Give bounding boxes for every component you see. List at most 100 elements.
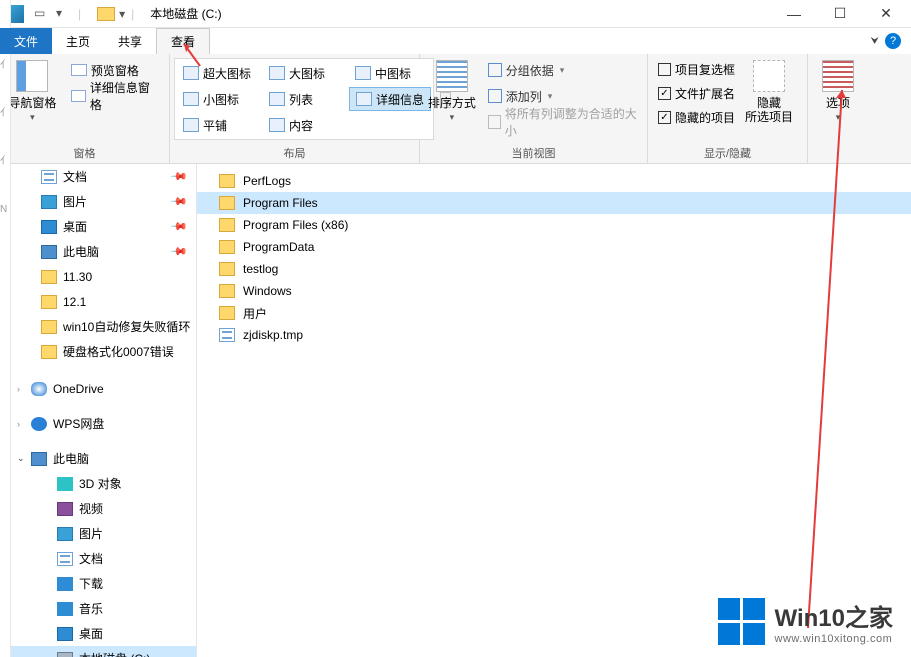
watermark-url: www.win10xitong.com: [775, 633, 893, 645]
file-extensions-toggle[interactable]: ✓文件扩展名: [654, 82, 739, 104]
this-pc-icon: [41, 245, 57, 259]
nav-folder-4[interactable]: 硬盘格式化0007错误: [11, 339, 196, 364]
item-checkboxes-toggle[interactable]: 项目复选框: [654, 58, 739, 80]
quick-access-toolbar: ▭ ▾: [28, 6, 72, 22]
size-columns-icon: [488, 115, 501, 129]
nav-this-pc-2[interactable]: ⌄此电脑: [11, 446, 196, 471]
hide-label1: 隐藏: [757, 96, 781, 110]
collapse-ribbon-icon[interactable]: ⮟: [871, 36, 880, 47]
tab-view[interactable]: 查看: [156, 28, 210, 54]
nav-folder-1[interactable]: 11.30: [11, 264, 196, 289]
downloads-icon: [57, 577, 73, 591]
checkbox-checked-icon: ✓: [658, 111, 671, 124]
details-pane-label: 详细信息窗格: [90, 79, 157, 113]
nav-this-pc[interactable]: 此电脑📌: [11, 239, 196, 264]
ribbon-right: ⮟ ?: [871, 28, 911, 54]
pin-icon: 📌: [170, 192, 189, 211]
options-label: 选项: [826, 96, 850, 110]
ribbon-group-show-hide: 项目复选框 ✓文件扩展名 ✓隐藏的项目 隐藏 所选项目 显示/隐藏: [648, 54, 808, 163]
size-columns-button[interactable]: 将所有列调整为合适的大小: [484, 110, 641, 134]
file-row[interactable]: Program Files (x86): [197, 214, 911, 236]
navigation-tree[interactable]: 文档📌 图片📌 桌面📌 此电脑📌 11.30 12.1 win10自动修复失败循…: [11, 164, 197, 657]
nav-pictures[interactable]: 图片📌: [11, 189, 196, 214]
hidden-items-toggle[interactable]: ✓隐藏的项目: [654, 106, 739, 128]
close-button[interactable]: ✕: [863, 0, 909, 28]
nav-downloads[interactable]: 下载: [11, 571, 196, 596]
nav-pictures-2[interactable]: 图片: [11, 521, 196, 546]
nav-music[interactable]: 音乐: [11, 596, 196, 621]
nav-desktop[interactable]: 桌面📌: [11, 214, 196, 239]
folder-icon: [219, 218, 235, 232]
navigation-pane-label: 导航窗格: [8, 96, 56, 110]
file-row[interactable]: PerfLogs: [197, 170, 911, 192]
minimize-button[interactable]: —: [771, 0, 817, 28]
nav-onedrive[interactable]: ›OneDrive: [11, 376, 196, 401]
layout-details[interactable]: 详细信息: [349, 87, 431, 111]
ribbon-group-options: 选项 ▾: [808, 54, 868, 163]
preview-pane-icon: [71, 64, 87, 76]
file-row[interactable]: 用户: [197, 302, 911, 324]
navigation-pane-icon: [16, 60, 48, 92]
watermark-title: Win10之家: [775, 598, 893, 633]
options-button[interactable]: 选项 ▾: [816, 58, 860, 123]
pin-icon: 📌: [170, 242, 189, 261]
nav-documents-2[interactable]: 文档: [11, 546, 196, 571]
details-pane-button[interactable]: 详细信息窗格: [65, 84, 163, 108]
group-by-icon: [488, 63, 502, 77]
wps-icon: [31, 417, 47, 431]
layout-content[interactable]: 内容: [263, 113, 345, 137]
file-list[interactable]: PerfLogs Program Files Program Files (x8…: [197, 164, 911, 657]
nav-desktop-2[interactable]: 桌面: [11, 621, 196, 646]
videos-icon: [57, 502, 73, 516]
layout-extra-large[interactable]: 超大图标: [177, 61, 259, 85]
nav-videos[interactable]: 视频: [11, 496, 196, 521]
sort-by-button[interactable]: 排序方式 ▾: [426, 58, 478, 123]
qat-sep2: |: [131, 7, 134, 21]
layout-large[interactable]: 大图标: [263, 61, 345, 85]
file-row[interactable]: testlog: [197, 258, 911, 280]
file-row[interactable]: Program Files: [197, 192, 911, 214]
file-row[interactable]: Windows: [197, 280, 911, 302]
help-icon[interactable]: ?: [885, 33, 901, 49]
hide-selected-button[interactable]: 隐藏 所选项目: [745, 58, 793, 125]
tab-share[interactable]: 共享: [104, 28, 156, 54]
nav-wps[interactable]: ›WPS网盘: [11, 411, 196, 436]
qat-dropdown[interactable]: ▾: [119, 7, 125, 21]
titlebar: ▭ ▾ | ▾ | 本地磁盘 (C:) — ☐ ✕: [0, 0, 911, 28]
watermark: Win10之家 www.win10xitong.com: [718, 598, 893, 645]
sort-by-icon: [436, 60, 468, 92]
layout-small[interactable]: 小图标: [177, 87, 259, 111]
nav-3d-objects[interactable]: 3D 对象: [11, 471, 196, 496]
file-row[interactable]: ProgramData: [197, 236, 911, 258]
window-controls: — ☐ ✕: [771, 0, 909, 28]
folder-icon: [219, 284, 235, 298]
chevron-down-icon: ▾: [836, 112, 841, 123]
truncated-left-edge: 亻亻亻N: [0, 0, 11, 657]
navigation-pane-button[interactable]: 导航窗格 ▾: [6, 58, 59, 123]
file-row[interactable]: zjdiskp.tmp: [197, 324, 911, 346]
nav-folder-2[interactable]: 12.1: [11, 289, 196, 314]
qat-properties-icon[interactable]: ▭: [34, 6, 50, 22]
layout-list[interactable]: 列表: [263, 87, 345, 111]
add-columns-icon: [488, 89, 502, 103]
pin-icon: 📌: [170, 167, 189, 186]
tab-file[interactable]: 文件: [0, 28, 52, 54]
folder-icon: [41, 295, 57, 309]
tab-home[interactable]: 主页: [52, 28, 104, 54]
layout-tiles[interactable]: 平铺: [177, 113, 259, 137]
nav-folder-3[interactable]: win10自动修复失败循环: [11, 314, 196, 339]
nav-documents[interactable]: 文档📌: [11, 164, 196, 189]
hide-icon: [753, 60, 785, 92]
ribbon-group-panes: 导航窗格 ▾ 预览窗格 详细信息窗格 窗格: [0, 54, 170, 163]
qat-new-folder-icon[interactable]: ▾: [56, 6, 72, 22]
layout-medium[interactable]: 中图标: [349, 61, 431, 85]
details-pane-icon: [71, 90, 86, 102]
group-by-button[interactable]: 分组依据▾: [484, 58, 641, 82]
chevron-down-icon: ▾: [30, 112, 35, 123]
nav-c-drive[interactable]: 本地磁盘 (C:): [11, 646, 196, 657]
folder-icon: [41, 320, 57, 334]
maximize-button[interactable]: ☐: [817, 0, 863, 28]
folder-icon: [219, 240, 235, 254]
qat-sep: |: [78, 7, 81, 21]
layout-gallery[interactable]: 超大图标 大图标 中图标 小图标 列表 详细信息 平铺 内容: [174, 58, 434, 140]
